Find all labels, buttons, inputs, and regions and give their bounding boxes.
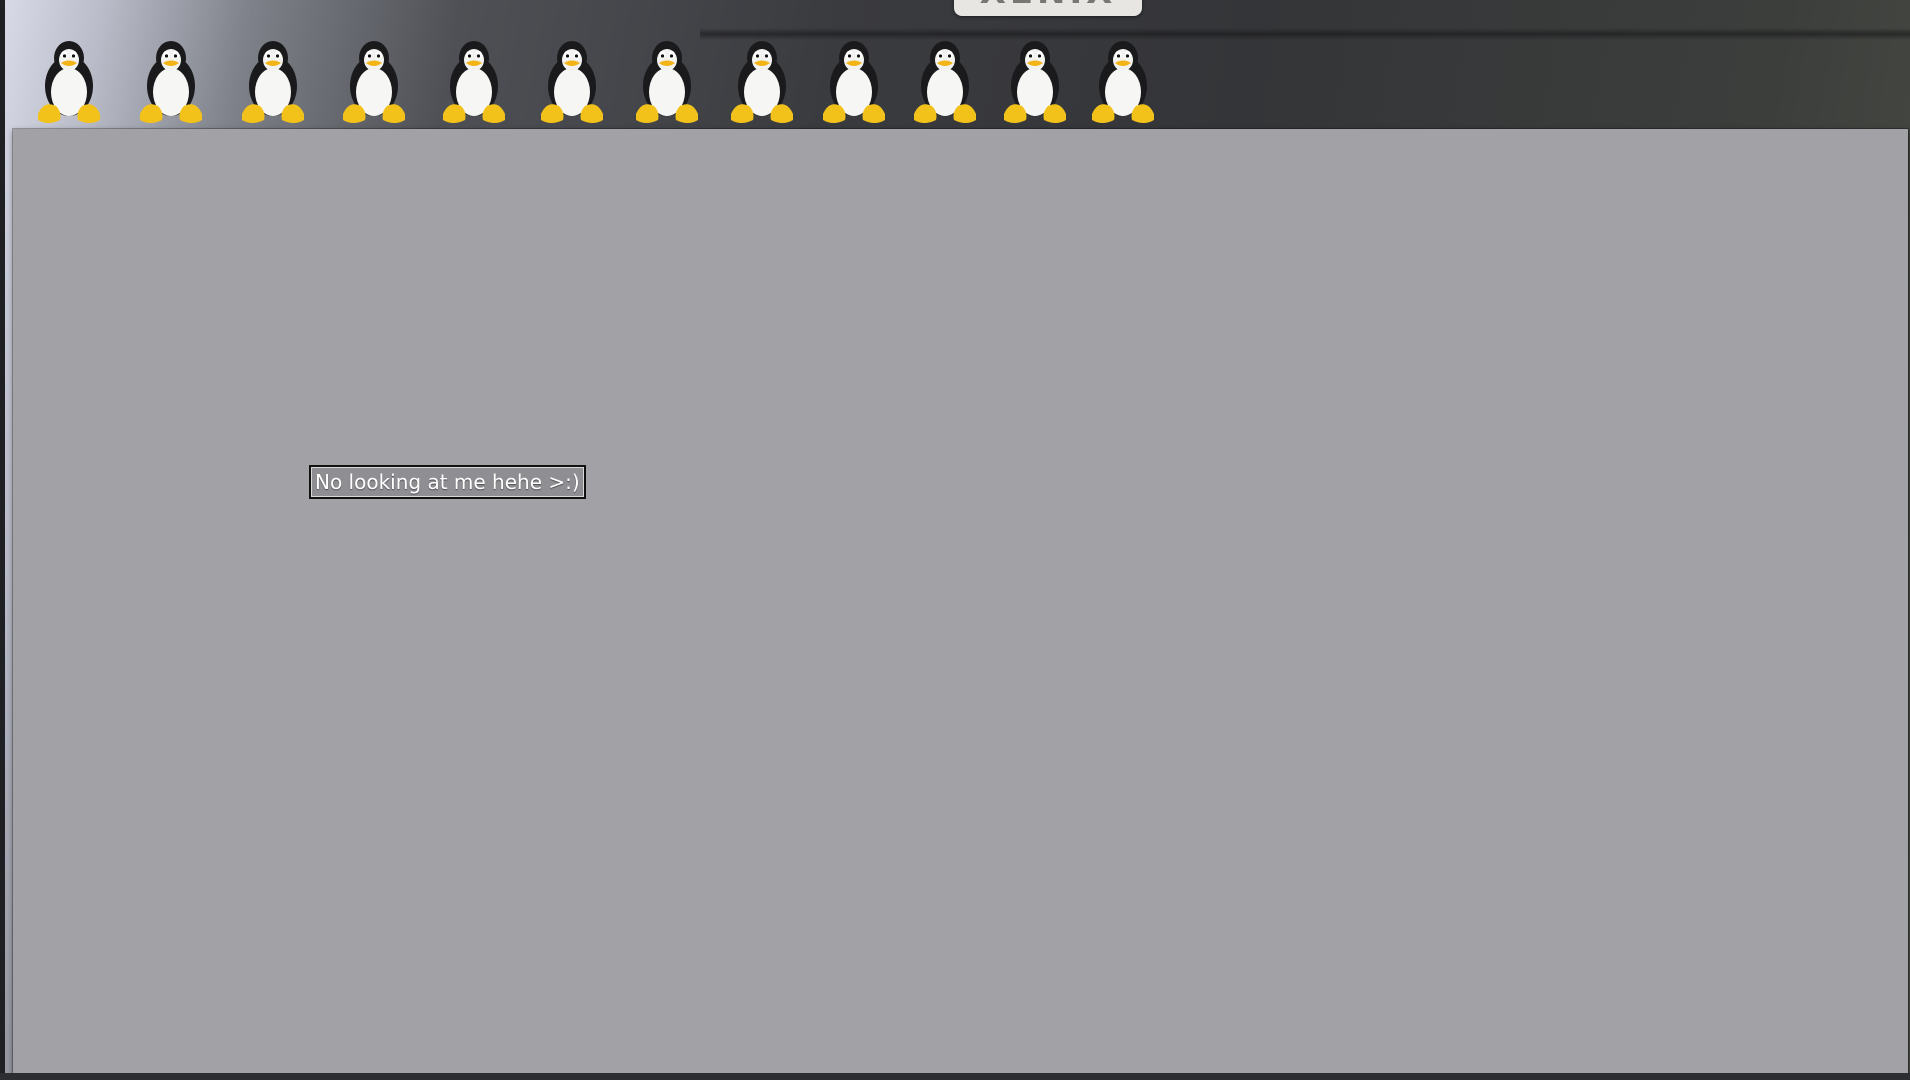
logo-text: XENIX xyxy=(954,0,1142,12)
tux-penguin-icon xyxy=(723,36,801,124)
tux-penguin-icon xyxy=(234,36,312,124)
hint-label: No looking at me hehe >:) xyxy=(309,465,586,499)
tux-penguin-icon xyxy=(815,36,893,124)
penguin-icon-row xyxy=(30,36,1170,124)
tux-penguin-icon xyxy=(906,36,984,124)
left-bezel xyxy=(0,0,5,1080)
tux-penguin-icon xyxy=(132,36,210,124)
tux-penguin-icon xyxy=(335,36,413,124)
desktop-screen: XENIX No looking at me hehe >:) xyxy=(0,0,1910,1080)
bottom-bezel xyxy=(0,1073,1910,1080)
main-panel xyxy=(13,129,1908,1073)
tux-penguin-icon xyxy=(996,36,1074,124)
tux-penguin-icon xyxy=(30,36,108,124)
logo-badge: XENIX xyxy=(954,0,1142,16)
tux-penguin-icon xyxy=(628,36,706,124)
tux-penguin-icon xyxy=(1084,36,1162,124)
tux-penguin-icon xyxy=(435,36,513,124)
tux-penguin-icon xyxy=(533,36,611,124)
